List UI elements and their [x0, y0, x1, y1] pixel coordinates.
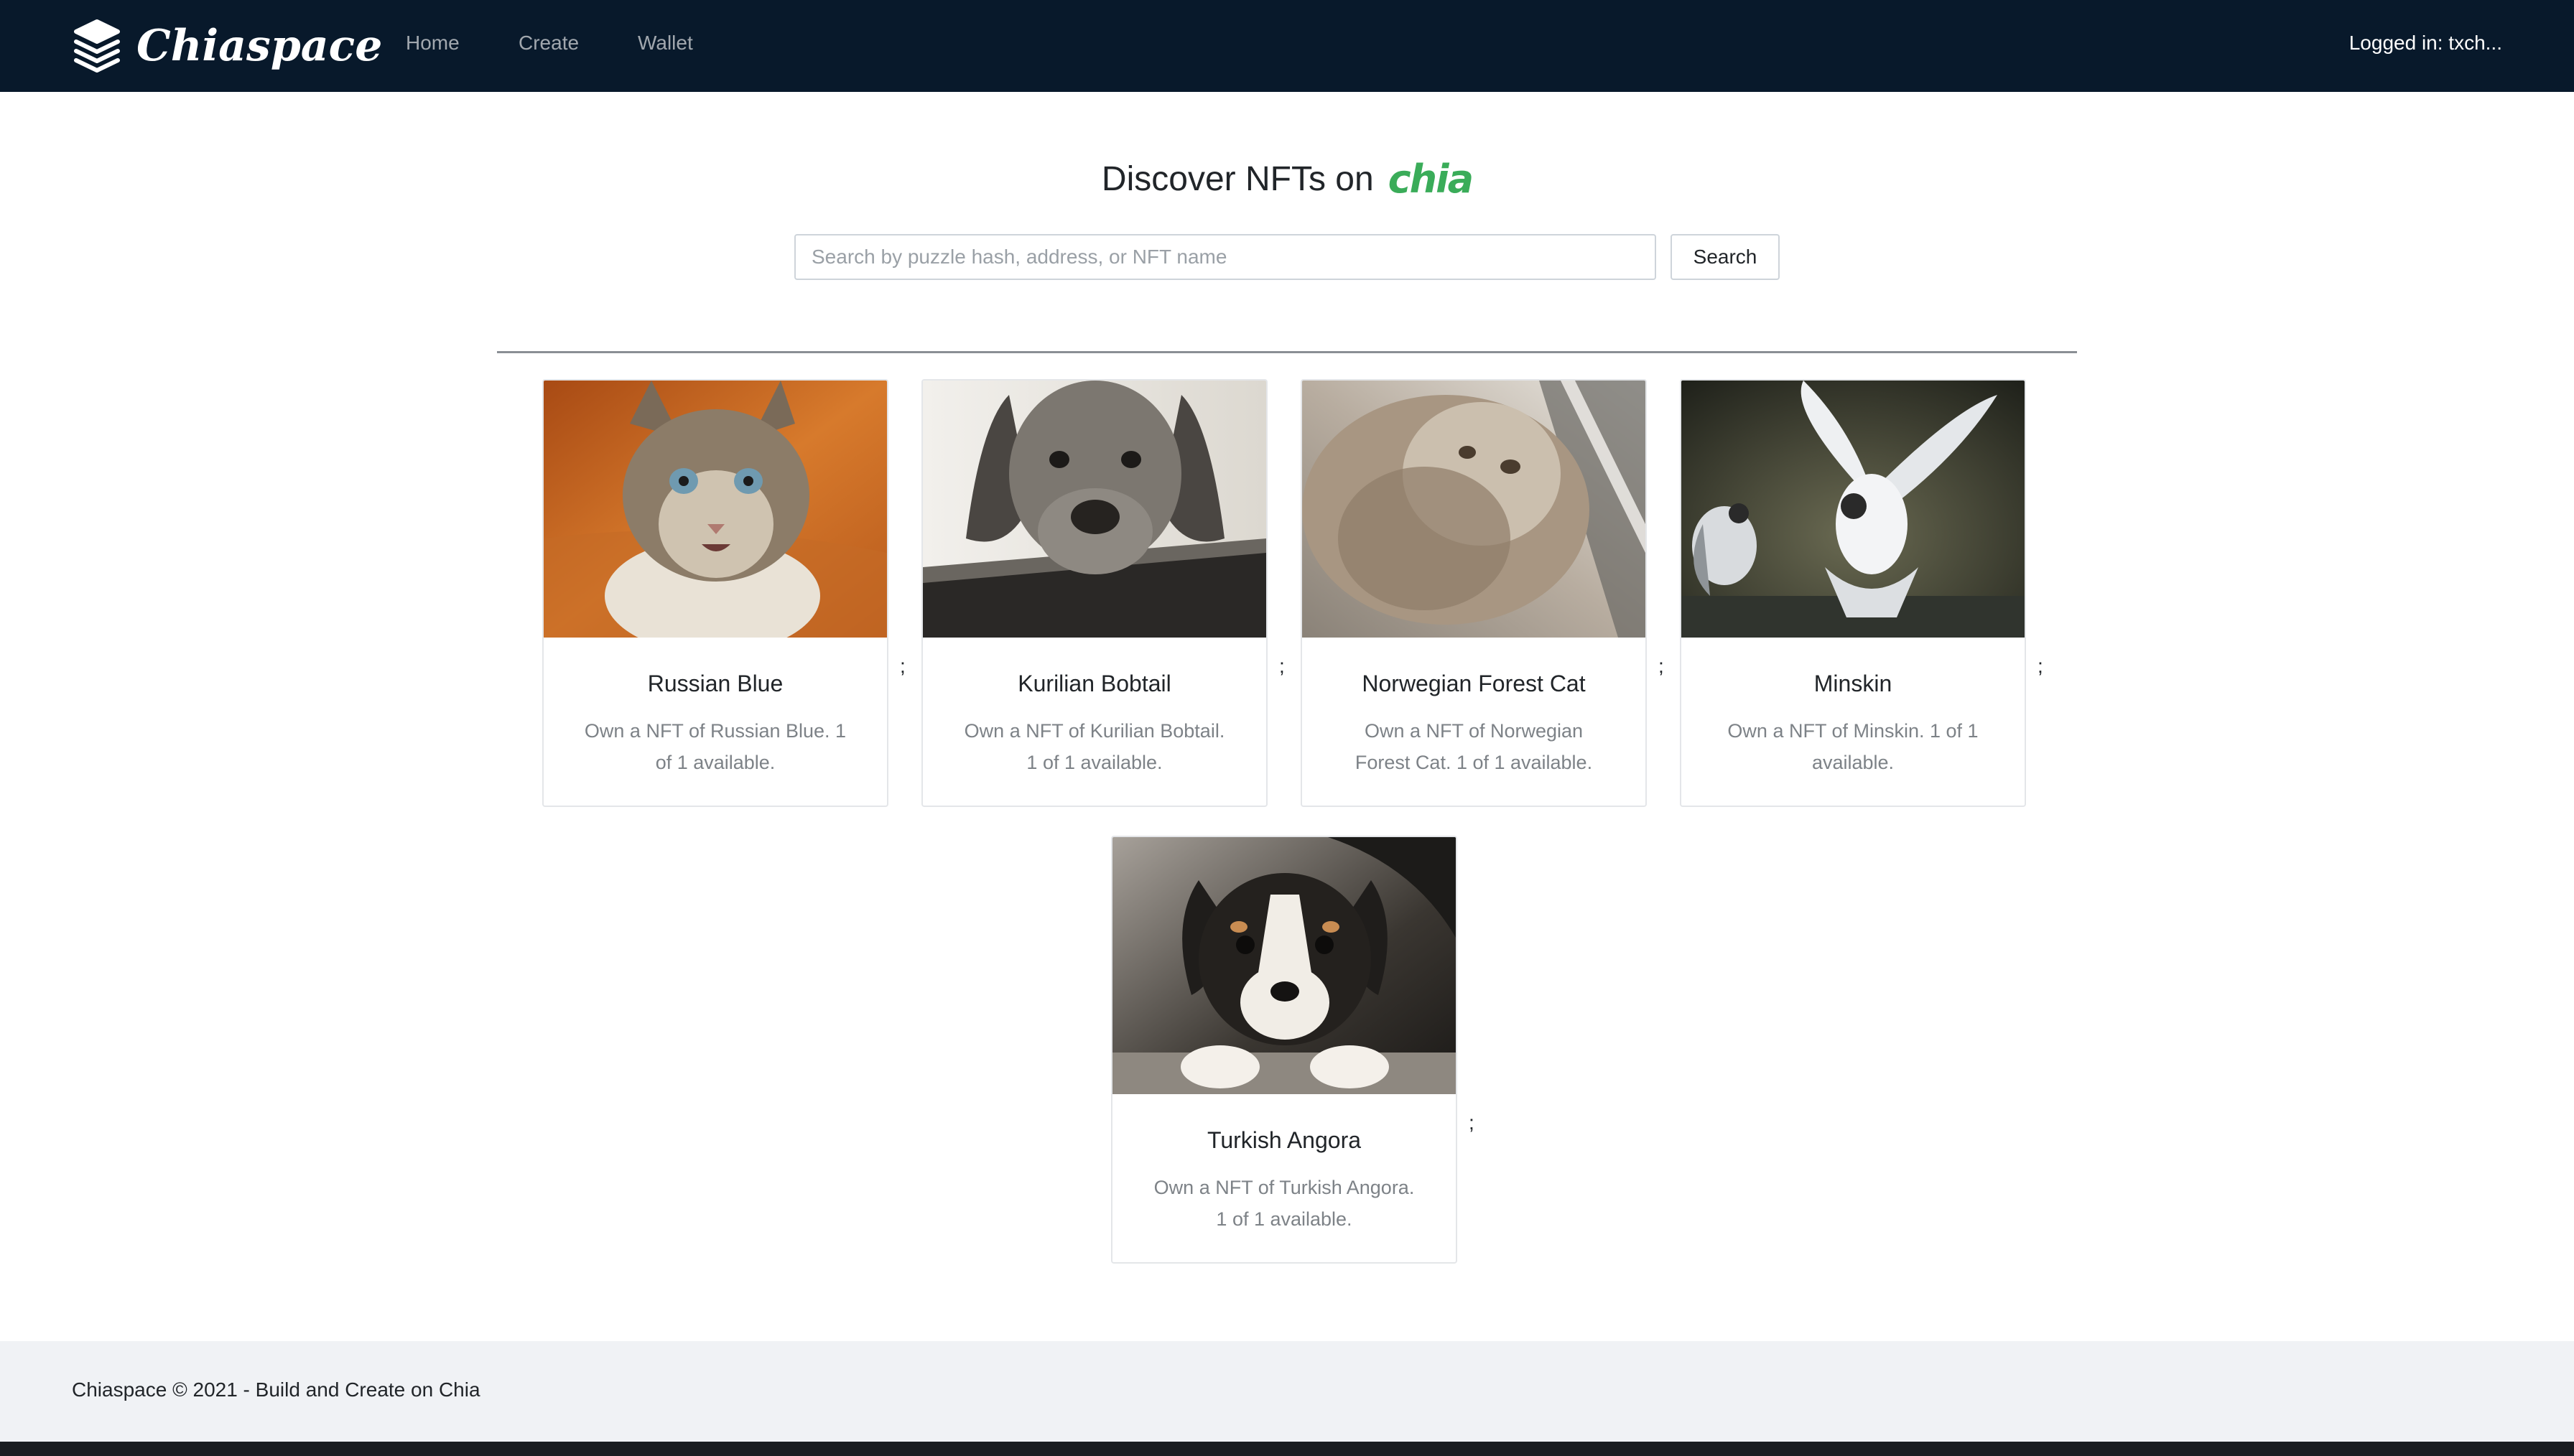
nft-description: Own a NFT of Kurilian Bobtail. 1 of 1 av…: [964, 720, 1225, 773]
separator: ;: [900, 655, 906, 677]
nav-home-link[interactable]: Home: [406, 32, 460, 55]
nft-image-cat: [544, 381, 887, 638]
separator: ;: [2038, 655, 2043, 677]
nft-card-norwegian-forest-cat[interactable]: Norwegian Forest Cat Own a NFT of Norweg…: [1301, 379, 1647, 807]
brand-name: Chiaspace: [136, 21, 383, 71]
separator: ;: [1279, 655, 1285, 677]
nft-description: Own a NFT of Russian Blue. 1 of 1 availa…: [584, 720, 847, 773]
navbar: Chiaspace Home Create Wallet Logged in: …: [0, 0, 2574, 92]
nft-title: Norwegian Forest Cat: [1362, 671, 1586, 696]
brand[interactable]: Chiaspace: [72, 17, 382, 75]
nft-image-puppy: [1112, 837, 1456, 1094]
nft-card-minskin[interactable]: Minskin Own a NFT of Minskin. 1 of 1 ava…: [1680, 379, 2026, 807]
separator: ;: [1658, 655, 1664, 677]
chia-logo: chia: [1388, 157, 1474, 202]
login-status[interactable]: Logged in: txch...: [2349, 32, 2502, 55]
footer-text: Chiaspace © 2021 - Build and Create on C…: [72, 1378, 480, 1401]
nft-image-cat: [1302, 381, 1645, 638]
hero-title: Discover NFTs on: [1101, 160, 1374, 198]
search-button[interactable]: Search: [1671, 234, 1780, 280]
nft-image-gulls: [1681, 381, 2025, 638]
stacked-layers-icon: [74, 19, 120, 73]
nft-card-kurilian-bobtail[interactable]: Kurilian Bobtail Own a NFT of Kurilian B…: [921, 379, 1268, 807]
page: Chiaspace Home Create Wallet Logged in: …: [0, 0, 2574, 1442]
nft-title: Turkish Angora: [1207, 1127, 1362, 1153]
nft-title: Minskin: [1813, 671, 1892, 696]
footer: Chiaspace © 2021 - Build and Create on C…: [0, 1341, 2574, 1442]
nav-create-link[interactable]: Create: [519, 32, 579, 55]
nft-image-dog: [923, 381, 1266, 638]
nft-description: Own a NFT of Minskin. 1 of 1 available.: [1727, 720, 1979, 773]
nft-description: Own a NFT of Norwegian Forest Cat. 1 of …: [1355, 720, 1593, 773]
hero-heading: Discover NFTs on chia: [0, 157, 2574, 202]
nft-card-russian-blue[interactable]: Russian Blue Own a NFT of Russian Blue. …: [542, 379, 888, 807]
nft-description: Own a NFT of Turkish Angora. 1 of 1 avai…: [1153, 1177, 1415, 1230]
divider: [497, 351, 2077, 353]
nft-title: Kurilian Bobtail: [1018, 671, 1171, 696]
separator: ;: [1469, 1111, 1474, 1134]
nft-title: Russian Blue: [647, 671, 784, 696]
search-input[interactable]: [794, 234, 1656, 280]
nav-wallet-link[interactable]: Wallet: [638, 32, 693, 55]
nft-card-turkish-angora[interactable]: Turkish Angora Own a NFT of Turkish Ango…: [1111, 836, 1457, 1264]
